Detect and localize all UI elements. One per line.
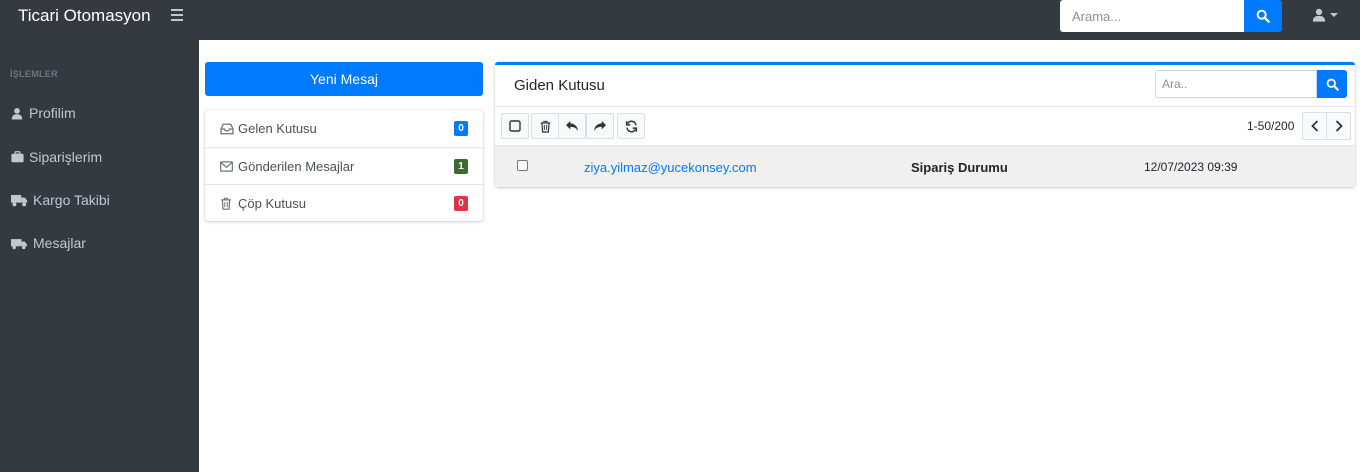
refresh-icon bbox=[625, 120, 637, 132]
mail-list-card: Giden Kutusu 1-50/200 ziya.yilmaz@yuceko… bbox=[495, 62, 1355, 187]
sidebar-item-kargo-takibi[interactable]: Kargo Takibi bbox=[0, 182, 199, 218]
folder-label: Çöp Kutusu bbox=[238, 195, 306, 211]
row-date: 12/07/2023 09:39 bbox=[1144, 160, 1238, 174]
user-icon bbox=[8, 107, 26, 120]
briefcase-icon bbox=[8, 151, 26, 163]
folder-label: Gönderilen Mesajlar bbox=[238, 158, 355, 174]
sidebar-item-mesajlar[interactable]: Mesajlar bbox=[0, 225, 199, 261]
sidebar-item-siparislerim[interactable]: Siparişlerim bbox=[0, 139, 199, 175]
search-icon bbox=[1326, 78, 1339, 91]
select-all-button[interactable] bbox=[501, 113, 529, 139]
count-badge: 0 bbox=[454, 121, 468, 136]
sidebar-item-label: Profilim bbox=[29, 105, 76, 121]
sidebar-section-title: İŞLEMLER bbox=[10, 69, 58, 79]
sidebar-item-label: Siparişlerim bbox=[29, 149, 103, 165]
row-subject: Sipariş Durumu bbox=[911, 160, 1008, 175]
row-checkbox[interactable] bbox=[517, 160, 528, 171]
reply-icon bbox=[566, 120, 578, 132]
menu-toggle-icon[interactable] bbox=[171, 5, 185, 25]
table-row[interactable]: ziya.yilmaz@yucekonsey.com Sipariş Durum… bbox=[495, 145, 1355, 187]
user-icon bbox=[1312, 8, 1326, 22]
count-badge: 0 bbox=[454, 196, 468, 211]
mail-search-button[interactable] bbox=[1317, 70, 1347, 98]
mail-search-input[interactable] bbox=[1155, 70, 1317, 98]
folders-card: Gelen Kutusu 0 Gönderilen Mesajlar 1 Çöp… bbox=[205, 110, 483, 221]
folder-sent[interactable]: Gönderilen Mesajlar 1 bbox=[205, 147, 483, 184]
truck-icon bbox=[8, 194, 30, 207]
folder-label: Gelen Kutusu bbox=[238, 121, 317, 136]
forward-icon bbox=[594, 120, 606, 132]
new-message-button[interactable]: Yeni Mesaj bbox=[205, 62, 483, 96]
next-page-button[interactable] bbox=[1326, 112, 1351, 140]
folder-inbox[interactable]: Gelen Kutusu 0 bbox=[205, 110, 483, 147]
sidebar-item-label: Mesajlar bbox=[33, 235, 86, 251]
sidebar: İŞLEMLER Profilim Siparişlerim Kargo Tak… bbox=[0, 40, 199, 472]
chevron-down-icon bbox=[1330, 13, 1338, 17]
trash-icon bbox=[540, 120, 550, 133]
checkbox-icon bbox=[509, 120, 521, 132]
previous-page-button[interactable] bbox=[1302, 112, 1327, 140]
reply-button[interactable] bbox=[558, 113, 586, 139]
forward-button[interactable] bbox=[586, 113, 614, 139]
user-menu-dropdown[interactable] bbox=[1312, 6, 1342, 24]
row-email-link[interactable]: ziya.yilmaz@yucekonsey.com bbox=[584, 160, 757, 175]
envelope-icon bbox=[220, 160, 236, 172]
refresh-button[interactable] bbox=[617, 113, 645, 139]
top-search-input[interactable] bbox=[1060, 0, 1244, 32]
mail-icon bbox=[8, 237, 30, 250]
divider bbox=[495, 106, 1355, 107]
app-brand[interactable]: Ticari Otomasyon bbox=[18, 6, 151, 26]
sidebar-item-profilim[interactable]: Profilim bbox=[0, 95, 199, 131]
chevron-right-icon bbox=[1335, 120, 1343, 132]
pagination-info: 1-50/200 bbox=[1247, 119, 1295, 133]
search-icon bbox=[1256, 9, 1270, 23]
mail-list-title: Giden Kutusu bbox=[514, 77, 605, 94]
top-navbar: Ticari Otomasyon bbox=[0, 0, 1360, 40]
top-search-button[interactable] bbox=[1244, 0, 1282, 32]
chevron-left-icon bbox=[1310, 120, 1318, 132]
delete-button[interactable] bbox=[531, 113, 559, 139]
trash-icon bbox=[220, 197, 236, 210]
count-badge: 1 bbox=[454, 159, 468, 174]
inbox-icon bbox=[220, 123, 236, 135]
folder-trash[interactable]: Çöp Kutusu 0 bbox=[205, 184, 483, 221]
sidebar-item-label: Kargo Takibi bbox=[33, 192, 110, 208]
